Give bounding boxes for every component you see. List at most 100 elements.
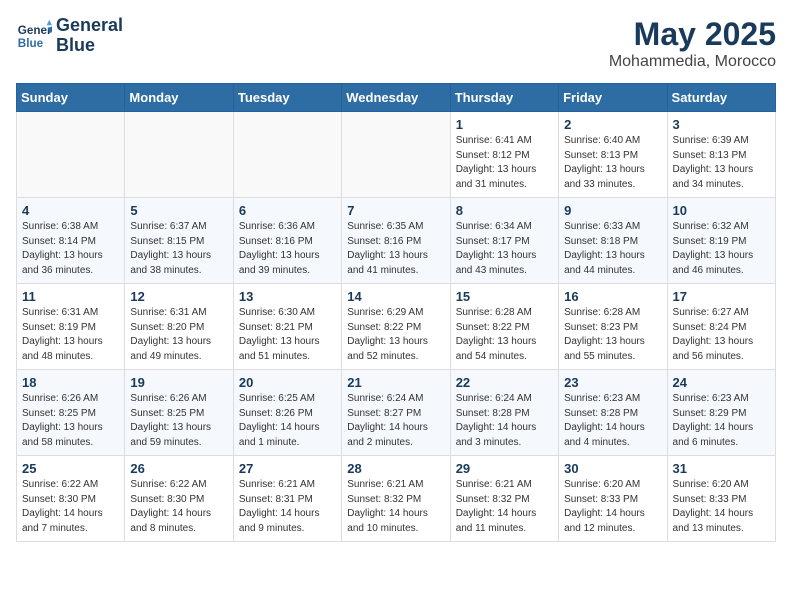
day-number: 7 bbox=[347, 203, 444, 218]
weekday-header-thursday: Thursday bbox=[450, 84, 558, 112]
calendar-title: May 2025 bbox=[609, 16, 776, 53]
calendar-cell: 14 Sunrise: 6:29 AMSunset: 8:22 PMDayligh… bbox=[342, 284, 450, 370]
day-info: Sunrise: 6:31 AMSunset: 8:20 PMDaylight:… bbox=[130, 306, 227, 364]
svg-text:General: General bbox=[18, 24, 52, 37]
calendar-cell: 3 Sunrise: 6:39 AMSunset: 8:13 PMDaylight… bbox=[667, 112, 775, 198]
day-info: Sunrise: 6:20 AMSunset: 8:33 PMDaylight:… bbox=[673, 478, 770, 536]
title-block: May 2025 Mohammedia, Morocco bbox=[609, 16, 776, 71]
calendar-cell: 26 Sunrise: 6:22 AMSunset: 8:30 PMDayligh… bbox=[125, 456, 233, 542]
day-number: 3 bbox=[673, 117, 770, 132]
day-number: 26 bbox=[130, 461, 227, 476]
day-number: 21 bbox=[347, 375, 444, 390]
calendar-week-row: 4 Sunrise: 6:38 AMSunset: 8:14 PMDaylight… bbox=[17, 198, 776, 284]
day-info: Sunrise: 6:29 AMSunset: 8:22 PMDaylight:… bbox=[347, 306, 444, 364]
weekday-header-sunday: Sunday bbox=[17, 84, 125, 112]
weekday-header-row: SundayMondayTuesdayWednesdayThursdayFrid… bbox=[17, 84, 776, 112]
day-info: Sunrise: 6:30 AMSunset: 8:21 PMDaylight:… bbox=[239, 306, 336, 364]
day-number: 14 bbox=[347, 289, 444, 304]
day-info: Sunrise: 6:40 AMSunset: 8:13 PMDaylight:… bbox=[564, 134, 661, 192]
day-info: Sunrise: 6:38 AMSunset: 8:14 PMDaylight:… bbox=[22, 220, 119, 278]
calendar-cell: 12Sunrise: 6:31 AMSunset: 8:20 PMDayligh… bbox=[125, 284, 233, 370]
day-info: Sunrise: 6:20 AMSunset: 8:33 PMDaylight:… bbox=[564, 478, 661, 536]
calendar-cell: 19 Sunrise: 6:26 AMSunset: 8:25 PMDayligh… bbox=[125, 370, 233, 456]
day-info: Sunrise: 6:26 AMSunset: 8:25 PMDaylight:… bbox=[22, 392, 119, 450]
logo-icon: General Blue bbox=[16, 18, 52, 54]
calendar-cell: 11 Sunrise: 6:31 AMSunset: 8:19 PMDayligh… bbox=[17, 284, 125, 370]
weekday-header-saturday: Saturday bbox=[667, 84, 775, 112]
day-info: Sunrise: 6:41 AMSunset: 8:12 PMDaylight:… bbox=[456, 134, 553, 192]
day-number: 2 bbox=[564, 117, 661, 132]
calendar-cell: 16Sunrise: 6:28 AMSunset: 8:23 PMDayligh… bbox=[559, 284, 667, 370]
calendar-cell: 9 Sunrise: 6:33 AMSunset: 8:18 PMDaylight… bbox=[559, 198, 667, 284]
weekday-header-wednesday: Wednesday bbox=[342, 84, 450, 112]
calendar-cell: 17Sunrise: 6:27 AMSunset: 8:24 PMDayligh… bbox=[667, 284, 775, 370]
weekday-header-friday: Friday bbox=[559, 84, 667, 112]
day-number: 11 bbox=[22, 289, 119, 304]
day-number: 17 bbox=[673, 289, 770, 304]
calendar-cell: 8 Sunrise: 6:34 AMSunset: 8:17 PMDaylight… bbox=[450, 198, 558, 284]
day-number: 8 bbox=[456, 203, 553, 218]
calendar-cell: 29Sunrise: 6:21 AMSunset: 8:32 PMDayligh… bbox=[450, 456, 558, 542]
weekday-header-tuesday: Tuesday bbox=[233, 84, 341, 112]
day-info: Sunrise: 6:22 AMSunset: 8:30 PMDaylight:… bbox=[22, 478, 119, 536]
day-number: 10 bbox=[673, 203, 770, 218]
calendar-cell bbox=[342, 112, 450, 198]
calendar-cell: 4 Sunrise: 6:38 AMSunset: 8:14 PMDaylight… bbox=[17, 198, 125, 284]
day-number: 6 bbox=[239, 203, 336, 218]
calendar-cell: 10 Sunrise: 6:32 AMSunset: 8:19 PMDayligh… bbox=[667, 198, 775, 284]
day-info: Sunrise: 6:22 AMSunset: 8:30 PMDaylight:… bbox=[130, 478, 227, 536]
day-info: Sunrise: 6:24 AMSunset: 8:27 PMDaylight:… bbox=[347, 392, 444, 450]
calendar-cell bbox=[233, 112, 341, 198]
calendar-cell: 30 Sunrise: 6:20 AMSunset: 8:33 PMDayligh… bbox=[559, 456, 667, 542]
day-number: 9 bbox=[564, 203, 661, 218]
day-number: 4 bbox=[22, 203, 119, 218]
day-number: 5 bbox=[130, 203, 227, 218]
day-number: 28 bbox=[347, 461, 444, 476]
day-info: Sunrise: 6:36 AMSunset: 8:16 PMDaylight:… bbox=[239, 220, 336, 278]
day-number: 15 bbox=[456, 289, 553, 304]
calendar-subtitle: Mohammedia, Morocco bbox=[609, 53, 776, 71]
day-number: 23 bbox=[564, 375, 661, 390]
calendar-cell: 31 Sunrise: 6:20 AMSunset: 8:33 PMDayligh… bbox=[667, 456, 775, 542]
calendar-cell: 23Sunrise: 6:23 AMSunset: 8:28 PMDayligh… bbox=[559, 370, 667, 456]
calendar-cell: 15Sunrise: 6:28 AMSunset: 8:22 PMDayligh… bbox=[450, 284, 558, 370]
weekday-header-monday: Monday bbox=[125, 84, 233, 112]
day-info: Sunrise: 6:37 AMSunset: 8:15 PMDaylight:… bbox=[130, 220, 227, 278]
day-number: 24 bbox=[673, 375, 770, 390]
calendar-week-row: 25 Sunrise: 6:22 AMSunset: 8:30 PMDayligh… bbox=[17, 456, 776, 542]
day-number: 27 bbox=[239, 461, 336, 476]
calendar-table: SundayMondayTuesdayWednesdayThursdayFrid… bbox=[16, 83, 776, 542]
calendar-cell bbox=[17, 112, 125, 198]
calendar-cell: 24Sunrise: 6:23 AMSunset: 8:29 PMDayligh… bbox=[667, 370, 775, 456]
day-info: Sunrise: 6:24 AMSunset: 8:28 PMDaylight:… bbox=[456, 392, 553, 450]
page-header: General Blue General Blue May 2025 Moham… bbox=[16, 16, 776, 71]
calendar-cell: 13 Sunrise: 6:30 AMSunset: 8:21 PMDayligh… bbox=[233, 284, 341, 370]
day-number: 31 bbox=[673, 461, 770, 476]
calendar-cell: 6 Sunrise: 6:36 AMSunset: 8:16 PMDaylight… bbox=[233, 198, 341, 284]
logo: General Blue General Blue bbox=[16, 16, 123, 56]
day-number: 19 bbox=[130, 375, 227, 390]
day-info: Sunrise: 6:21 AMSunset: 8:32 PMDaylight:… bbox=[347, 478, 444, 536]
calendar-cell: 20 Sunrise: 6:25 AMSunset: 8:26 PMDayligh… bbox=[233, 370, 341, 456]
calendar-cell bbox=[125, 112, 233, 198]
day-number: 29 bbox=[456, 461, 553, 476]
day-number: 20 bbox=[239, 375, 336, 390]
calendar-cell: 2 Sunrise: 6:40 AMSunset: 8:13 PMDaylight… bbox=[559, 112, 667, 198]
day-number: 25 bbox=[22, 461, 119, 476]
day-info: Sunrise: 6:33 AMSunset: 8:18 PMDaylight:… bbox=[564, 220, 661, 278]
day-info: Sunrise: 6:31 AMSunset: 8:19 PMDaylight:… bbox=[22, 306, 119, 364]
calendar-cell: 25 Sunrise: 6:22 AMSunset: 8:30 PMDayligh… bbox=[17, 456, 125, 542]
day-number: 16 bbox=[564, 289, 661, 304]
calendar-week-row: 18Sunrise: 6:26 AMSunset: 8:25 PMDayligh… bbox=[17, 370, 776, 456]
day-info: Sunrise: 6:39 AMSunset: 8:13 PMDaylight:… bbox=[673, 134, 770, 192]
day-info: Sunrise: 6:26 AMSunset: 8:25 PMDaylight:… bbox=[130, 392, 227, 450]
day-info: Sunrise: 6:21 AMSunset: 8:31 PMDaylight:… bbox=[239, 478, 336, 536]
calendar-cell: 18Sunrise: 6:26 AMSunset: 8:25 PMDayligh… bbox=[17, 370, 125, 456]
day-info: Sunrise: 6:25 AMSunset: 8:26 PMDaylight:… bbox=[239, 392, 336, 450]
day-number: 30 bbox=[564, 461, 661, 476]
day-info: Sunrise: 6:32 AMSunset: 8:19 PMDaylight:… bbox=[673, 220, 770, 278]
calendar-week-row: 1Sunrise: 6:41 AMSunset: 8:12 PMDaylight… bbox=[17, 112, 776, 198]
day-info: Sunrise: 6:34 AMSunset: 8:17 PMDaylight:… bbox=[456, 220, 553, 278]
day-number: 22 bbox=[456, 375, 553, 390]
day-number: 13 bbox=[239, 289, 336, 304]
